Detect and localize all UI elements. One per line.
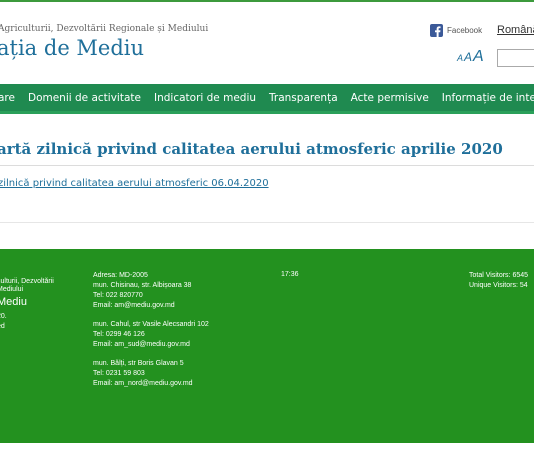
nav-item-permits[interactable]: Acte permisive — [351, 92, 429, 104]
footer-branding: culturii, Dezvoltării Mediului Mediu 20.… — [0, 278, 69, 332]
facebook-label: Facebook — [447, 26, 483, 35]
font-size-controls: A A A — [457, 48, 484, 66]
main-navigation: are Domenii de activitate Indicatori de … — [0, 84, 534, 114]
nav-item-public-info[interactable]: Informație de interes public — [442, 92, 534, 104]
address-line: mun. Bălți, str Boris Glavan 5 — [93, 360, 184, 367]
site-header: Agriculturii, Dezvoltării Regionale și M… — [0, 2, 534, 82]
language-selector[interactable]: Română — [497, 24, 534, 36]
phone-line: Tel: 0231 59 803 — [93, 370, 145, 377]
facebook-icon — [430, 24, 443, 37]
footer-copyright-year: 20. — [0, 313, 7, 320]
footer-rights: ed — [0, 323, 5, 330]
unique-visitors: Unique Visitors: 54 — [469, 282, 528, 289]
phone-line: Tel: 0299 46 126 — [93, 331, 145, 338]
document-link[interactable]: zilnică privind calitatea aerului atmosf… — [0, 178, 269, 189]
footer-addresses: Adresa: MD-2005 mun. Chisinau, str. Albi… — [93, 271, 263, 398]
address-block-cahul: mun. Cahul, str Vasile Alecsandri 102 Te… — [93, 320, 263, 350]
address-block-chisinau: Adresa: MD-2005 mun. Chisinau, str. Albi… — [93, 271, 263, 311]
facebook-link[interactable]: Facebook — [430, 24, 482, 37]
page-title: artă zilnică privind calitatea aerului a… — [0, 140, 503, 158]
site-footer: culturii, Dezvoltării Mediului Mediu 20.… — [0, 249, 534, 443]
address-block-balti: mun. Bălți, str Boris Glavan 5 Tel: 0231… — [93, 359, 263, 389]
email-link[interactable]: Email: am_nord@mediu.gov.md — [93, 379, 263, 389]
divider — [0, 165, 534, 166]
footer-clock: 17:36 — [281, 271, 299, 278]
email-link[interactable]: Email: am_sud@mediu.gov.md — [93, 340, 263, 350]
font-size-small-button[interactable]: A — [457, 53, 463, 63]
phone-line: Tel: 022 820770 — [93, 292, 143, 299]
nav-item-about[interactable]: are — [0, 92, 15, 104]
search-input[interactable] — [497, 49, 534, 67]
font-size-large-button[interactable]: A — [473, 48, 484, 66]
nav-item-indicators[interactable]: Indicatori de mediu — [154, 92, 256, 104]
nav-item-transparency[interactable]: Transparența — [269, 92, 338, 104]
email-link[interactable]: Email: am@mediu.gov.md — [93, 301, 263, 311]
nav-item-domains[interactable]: Domenii de activitate — [28, 92, 141, 104]
total-visitors: Total Visitors: 6545 — [469, 272, 529, 279]
font-size-medium-button[interactable]: A — [464, 50, 472, 64]
address-line: mun. Chisinau, str. Albișoara 38 — [93, 282, 192, 289]
footer-ministry: culturii, Dezvoltării Mediului — [0, 278, 54, 293]
address-line: Adresa: MD-2005 — [93, 272, 148, 279]
site-title-link[interactable]: ația de Mediu — [0, 36, 144, 60]
ministry-name: Agriculturii, Dezvoltării Regionale și M… — [0, 24, 209, 34]
visitor-stats: Total Visitors: 6545 Unique Visitors: 54 — [469, 271, 528, 291]
address-line: mun. Cahul, str Vasile Alecsandri 102 — [93, 321, 209, 328]
divider — [0, 222, 534, 223]
footer-agency-name: Mediu — [0, 296, 27, 308]
